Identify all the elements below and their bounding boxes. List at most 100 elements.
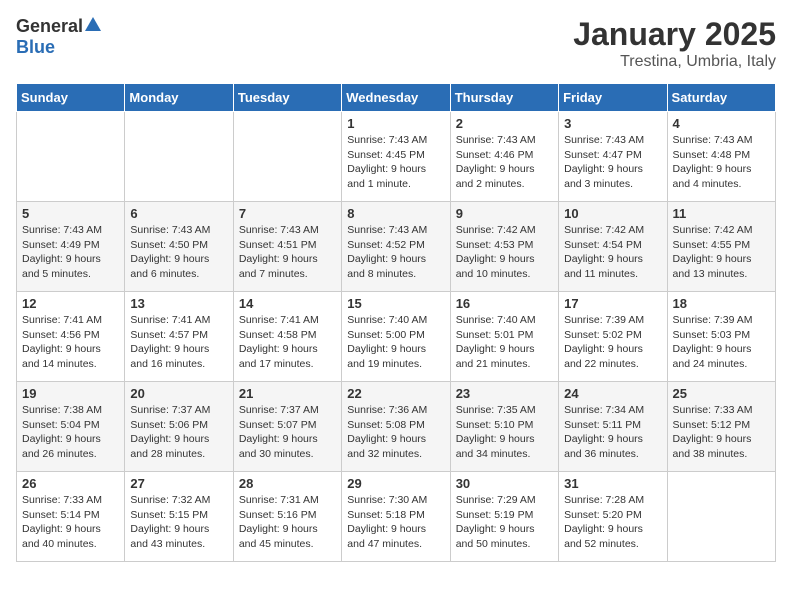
calendar-cell: 28 Sunrise: 7:31 AM Sunset: 5:16 PM Dayli… (233, 472, 341, 562)
calendar-cell: 11Sunrise: 7:42 AM Sunset: 4:55 PM Dayli… (667, 202, 775, 292)
week-row-5: 26Sunrise: 7:33 AM Sunset: 5:14 PM Dayli… (17, 472, 776, 562)
calendar-cell: 9Sunrise: 7:42 AM Sunset: 4:53 PM Daylig… (450, 202, 558, 292)
logo-blue: Blue (16, 37, 55, 57)
calendar-cell: 15 Sunrise: 7:40 AM Sunset: 5:00 PM Dayli… (342, 292, 450, 382)
calendar-cell: 29Sunrise: 7:30 AM Sunset: 5:18 PM Dayli… (342, 472, 450, 562)
day-info: Sunrise: 7:34 AM Sunset: 5:11 PM Dayligh… (564, 403, 661, 462)
day-info: Sunrise: 7:28 AM Sunset: 5:20 PM Dayligh… (564, 493, 661, 552)
day-number: 3 (564, 116, 661, 131)
day-number: 13 (130, 296, 227, 311)
day-info: Sunrise: 7:29 AM Sunset: 5:19 PM Dayligh… (456, 493, 553, 552)
day-info: Sunrise: 7:40 AM Sunset: 5:00 PM Dayligh… (347, 313, 444, 372)
weekday-header-thursday: Thursday (450, 84, 558, 112)
header: General Blue January 2025 Trestina, Umbr… (16, 16, 776, 71)
day-number: 28 (239, 476, 336, 491)
day-number: 12 (22, 296, 119, 311)
weekday-header-monday: Monday (125, 84, 233, 112)
calendar-cell: 16 Sunrise: 7:40 AM Sunset: 5:01 PM Dayli… (450, 292, 558, 382)
calendar-cell (125, 112, 233, 202)
calendar-cell: 25Sunrise: 7:33 AM Sunset: 5:12 PM Dayli… (667, 382, 775, 472)
day-info: Sunrise: 7:42 AM Sunset: 4:53 PM Dayligh… (456, 223, 553, 282)
day-info: Sunrise: 7:33 AM Sunset: 5:14 PM Dayligh… (22, 493, 119, 552)
day-number: 6 (130, 206, 227, 221)
day-info: Sunrise: 7:33 AM Sunset: 5:12 PM Dayligh… (673, 403, 770, 462)
day-number: 23 (456, 386, 553, 401)
calendar-cell: 8Sunrise: 7:43 AM Sunset: 4:52 PM Daylig… (342, 202, 450, 292)
day-number: 7 (239, 206, 336, 221)
calendar-cell: 7Sunrise: 7:43 AM Sunset: 4:51 PM Daylig… (233, 202, 341, 292)
calendar-cell: 22 Sunrise: 7:36 AM Sunset: 5:08 PM Dayli… (342, 382, 450, 472)
day-info: Sunrise: 7:39 AM Sunset: 5:02 PM Dayligh… (564, 313, 661, 372)
calendar-cell: 24 Sunrise: 7:34 AM Sunset: 5:11 PM Dayli… (559, 382, 667, 472)
day-number: 24 (564, 386, 661, 401)
logo-general: General (16, 16, 83, 37)
week-row-1: 1 Sunrise: 7:43 AM Sunset: 4:45 PM Daylig… (17, 112, 776, 202)
day-info: Sunrise: 7:43 AM Sunset: 4:50 PM Dayligh… (130, 223, 227, 282)
calendar-cell: 12 Sunrise: 7:41 AM Sunset: 4:56 PM Dayli… (17, 292, 125, 382)
calendar-cell: 3 Sunrise: 7:43 AM Sunset: 4:47 PM Daylig… (559, 112, 667, 202)
weekday-header-friday: Friday (559, 84, 667, 112)
day-number: 1 (347, 116, 444, 131)
calendar-cell: 27 Sunrise: 7:32 AM Sunset: 5:15 PM Dayli… (125, 472, 233, 562)
calendar-cell: 14 Sunrise: 7:41 AM Sunset: 4:58 PM Dayli… (233, 292, 341, 382)
day-info: Sunrise: 7:43 AM Sunset: 4:46 PM Dayligh… (456, 133, 553, 192)
day-number: 15 (347, 296, 444, 311)
day-number: 14 (239, 296, 336, 311)
day-info: Sunrise: 7:36 AM Sunset: 5:08 PM Dayligh… (347, 403, 444, 462)
day-info: Sunrise: 7:41 AM Sunset: 4:56 PM Dayligh… (22, 313, 119, 372)
day-number: 21 (239, 386, 336, 401)
calendar-table: SundayMondayTuesdayWednesdayThursdayFrid… (16, 83, 776, 562)
day-info: Sunrise: 7:40 AM Sunset: 5:01 PM Dayligh… (456, 313, 553, 372)
title-area: January 2025 Trestina, Umbria, Italy (573, 16, 776, 71)
calendar-cell: 13 Sunrise: 7:41 AM Sunset: 4:57 PM Dayli… (125, 292, 233, 382)
calendar-cell: 26Sunrise: 7:33 AM Sunset: 5:14 PM Dayli… (17, 472, 125, 562)
day-info: Sunrise: 7:37 AM Sunset: 5:07 PM Dayligh… (239, 403, 336, 462)
day-number: 17 (564, 296, 661, 311)
weekday-header-row: SundayMondayTuesdayWednesdayThursdayFrid… (17, 84, 776, 112)
location-title: Trestina, Umbria, Italy (573, 53, 776, 71)
calendar-cell: 31Sunrise: 7:28 AM Sunset: 5:20 PM Dayli… (559, 472, 667, 562)
calendar-cell: 5Sunrise: 7:43 AM Sunset: 4:49 PM Daylig… (17, 202, 125, 292)
calendar-cell: 2 Sunrise: 7:43 AM Sunset: 4:46 PM Daylig… (450, 112, 558, 202)
calendar-cell: 21 Sunrise: 7:37 AM Sunset: 5:07 PM Dayli… (233, 382, 341, 472)
day-number: 2 (456, 116, 553, 131)
calendar-cell: 23 Sunrise: 7:35 AM Sunset: 5:10 PM Dayli… (450, 382, 558, 472)
day-info: Sunrise: 7:39 AM Sunset: 5:03 PM Dayligh… (673, 313, 770, 372)
week-row-4: 19Sunrise: 7:38 AM Sunset: 5:04 PM Dayli… (17, 382, 776, 472)
day-info: Sunrise: 7:43 AM Sunset: 4:45 PM Dayligh… (347, 133, 444, 192)
calendar-cell: 6 Sunrise: 7:43 AM Sunset: 4:50 PM Daylig… (125, 202, 233, 292)
day-number: 30 (456, 476, 553, 491)
calendar-cell: 1 Sunrise: 7:43 AM Sunset: 4:45 PM Daylig… (342, 112, 450, 202)
day-info: Sunrise: 7:43 AM Sunset: 4:49 PM Dayligh… (22, 223, 119, 282)
day-info: Sunrise: 7:31 AM Sunset: 5:16 PM Dayligh… (239, 493, 336, 552)
calendar-cell (233, 112, 341, 202)
day-number: 19 (22, 386, 119, 401)
day-number: 11 (673, 206, 770, 221)
calendar-cell: 17 Sunrise: 7:39 AM Sunset: 5:02 PM Dayli… (559, 292, 667, 382)
calendar-cell (17, 112, 125, 202)
day-number: 16 (456, 296, 553, 311)
calendar-cell: 20Sunrise: 7:37 AM Sunset: 5:06 PM Dayli… (125, 382, 233, 472)
day-number: 22 (347, 386, 444, 401)
day-info: Sunrise: 7:41 AM Sunset: 4:58 PM Dayligh… (239, 313, 336, 372)
calendar-cell (667, 472, 775, 562)
day-info: Sunrise: 7:30 AM Sunset: 5:18 PM Dayligh… (347, 493, 444, 552)
day-number: 8 (347, 206, 444, 221)
day-info: Sunrise: 7:35 AM Sunset: 5:10 PM Dayligh… (456, 403, 553, 462)
calendar-cell: 4Sunrise: 7:43 AM Sunset: 4:48 PM Daylig… (667, 112, 775, 202)
week-row-2: 5Sunrise: 7:43 AM Sunset: 4:49 PM Daylig… (17, 202, 776, 292)
day-number: 4 (673, 116, 770, 131)
logo-triangle (85, 17, 101, 36)
day-info: Sunrise: 7:41 AM Sunset: 4:57 PM Dayligh… (130, 313, 227, 372)
calendar-cell: 18 Sunrise: 7:39 AM Sunset: 5:03 PM Dayli… (667, 292, 775, 382)
day-info: Sunrise: 7:32 AM Sunset: 5:15 PM Dayligh… (130, 493, 227, 552)
day-info: Sunrise: 7:43 AM Sunset: 4:47 PM Dayligh… (564, 133, 661, 192)
calendar-cell: 10Sunrise: 7:42 AM Sunset: 4:54 PM Dayli… (559, 202, 667, 292)
day-number: 18 (673, 296, 770, 311)
month-title: January 2025 (573, 16, 776, 53)
day-number: 20 (130, 386, 227, 401)
day-number: 27 (130, 476, 227, 491)
day-info: Sunrise: 7:42 AM Sunset: 4:54 PM Dayligh… (564, 223, 661, 282)
weekday-header-saturday: Saturday (667, 84, 775, 112)
weekday-header-tuesday: Tuesday (233, 84, 341, 112)
